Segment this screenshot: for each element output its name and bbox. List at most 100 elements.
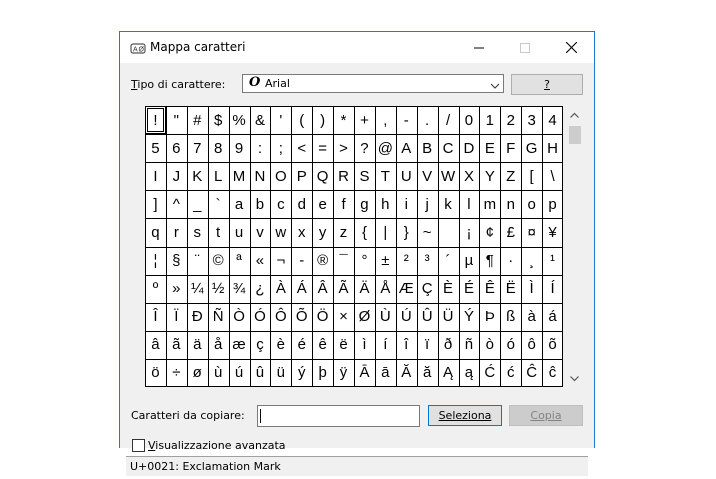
char-cell[interactable]: ° <box>354 247 375 275</box>
char-cell[interactable]: Ð <box>187 303 208 331</box>
char-cell[interactable]: ' <box>270 106 291 134</box>
char-cell[interactable]: O <box>270 162 291 190</box>
char-cell[interactable]: Æ <box>396 275 417 303</box>
char-cell[interactable]: Á <box>291 275 312 303</box>
char-cell[interactable]: » <box>166 275 187 303</box>
char-cell[interactable]: ð <box>438 331 459 359</box>
char-cell[interactable]: ² <box>396 247 417 275</box>
char-cell[interactable]: ö <box>145 359 166 387</box>
char-cell[interactable]: é <box>291 331 312 359</box>
char-cell[interactable]: Í <box>542 275 563 303</box>
char-cell[interactable]: ½ <box>208 275 229 303</box>
char-cell[interactable]: R <box>333 162 354 190</box>
char-cell[interactable]: ¡ <box>459 218 480 246</box>
char-cell[interactable]: ù <box>208 359 229 387</box>
char-cell[interactable]: á <box>542 303 563 331</box>
advanced-view-label[interactable]: Visualizzazione avanzata <box>148 439 286 452</box>
char-cell[interactable]: ñ <box>459 331 480 359</box>
char-cell[interactable]: z <box>333 218 354 246</box>
char-cell[interactable]: 6 <box>166 134 187 162</box>
char-cell[interactable]: è <box>270 331 291 359</box>
char-cell[interactable]: p <box>542 190 563 218</box>
char-cell[interactable]: · <box>500 247 521 275</box>
char-cell[interactable]: ! <box>145 106 166 135</box>
copy-button[interactable]: Copia <box>509 405 583 426</box>
char-cell[interactable]: î <box>396 331 417 359</box>
char-cell[interactable]: c <box>270 190 291 218</box>
char-cell[interactable]: ¢ <box>479 218 500 246</box>
char-cell[interactable]: 4 <box>542 106 563 134</box>
char-cell[interactable]: v <box>250 218 271 246</box>
close-button[interactable] <box>548 32 594 63</box>
char-cell[interactable]: ^ <box>166 190 187 218</box>
char-cell[interactable]: ª <box>229 247 250 275</box>
char-cell[interactable]: ß <box>500 303 521 331</box>
char-cell[interactable]: ³ <box>417 247 438 275</box>
char-cell[interactable]: Ô <box>270 303 291 331</box>
char-cell[interactable]: = <box>312 134 333 162</box>
minimize-button[interactable] <box>456 32 502 63</box>
char-cell[interactable]: m <box>479 190 500 218</box>
char-cell[interactable]: q <box>145 218 166 246</box>
char-cell[interactable]: E <box>479 134 500 162</box>
char-cell[interactable]: þ <box>312 359 333 387</box>
scrollbar-thumb[interactable] <box>569 126 581 144</box>
char-cell[interactable]: ò <box>479 331 500 359</box>
char-cell[interactable]: ê <box>312 331 333 359</box>
char-cell[interactable]: û <box>250 359 271 387</box>
char-cell[interactable]: Û <box>417 303 438 331</box>
char-cell[interactable]: ¸ <box>521 247 542 275</box>
char-cell[interactable]: + <box>354 106 375 134</box>
char-cell[interactable]: Ü <box>438 303 459 331</box>
char-cell[interactable]: ā <box>375 359 396 387</box>
char-cell[interactable]: P <box>291 162 312 190</box>
char-cell[interactable]: ă <box>417 359 438 387</box>
char-cell[interactable]: Ç <box>417 275 438 303</box>
char-cell[interactable]: ¾ <box>229 275 250 303</box>
char-cell[interactable]: H <box>542 134 563 162</box>
char-cell[interactable]: Ć <box>479 359 500 387</box>
char-cell[interactable]: @ <box>375 134 396 162</box>
char-cell[interactable]: d <box>291 190 312 218</box>
char-cell[interactable]: ø <box>187 359 208 387</box>
char-cell[interactable]: Ą <box>438 359 459 387</box>
char-cell[interactable]: Å <box>375 275 396 303</box>
char-cell[interactable]: - <box>396 106 417 134</box>
char-cell[interactable]: o <box>521 190 542 218</box>
char-cell[interactable]: y <box>312 218 333 246</box>
char-cell[interactable]: § <box>166 247 187 275</box>
char-cell[interactable]: ¹ <box>542 247 563 275</box>
char-cell[interactable]: g <box>354 190 375 218</box>
char-cell[interactable]: ¦ <box>145 247 166 275</box>
char-cell[interactable]: Ø <box>354 303 375 331</box>
char-cell[interactable]: K <box>187 162 208 190</box>
char-cell[interactable]: u <box>229 218 250 246</box>
char-cell[interactable]: G <box>521 134 542 162</box>
char-cell[interactable]: > <box>333 134 354 162</box>
char-cell[interactable]: a <box>229 190 250 218</box>
char-cell[interactable]: ë <box>333 331 354 359</box>
char-cell[interactable]: Ú <box>396 303 417 331</box>
char-cell[interactable]: ¨ <box>187 247 208 275</box>
char-cell[interactable]: ä <box>187 331 208 359</box>
char-cell[interactable]: ć <box>500 359 521 387</box>
char-cell[interactable]: 5 <box>145 134 166 162</box>
select-button[interactable]: Seleziona <box>428 405 502 426</box>
char-cell[interactable]: & <box>250 106 271 134</box>
char-cell[interactable]: 1 <box>479 106 500 134</box>
char-cell[interactable]: Ý <box>459 303 480 331</box>
char-cell[interactable]: È <box>438 275 459 303</box>
char-cell[interactable]: ô <box>521 331 542 359</box>
char-cell[interactable]: Ö <box>312 303 333 331</box>
font-dropdown[interactable]: O Arial <box>242 74 504 93</box>
char-cell[interactable]: e <box>312 190 333 218</box>
char-cell[interactable]: Ñ <box>208 303 229 331</box>
char-cell[interactable]: * <box>333 106 354 134</box>
char-cell[interactable]: ì <box>354 331 375 359</box>
char-cell[interactable]: $ <box>208 106 229 134</box>
char-cell[interactable]: É <box>459 275 480 303</box>
char-cell[interactable]: Ă <box>396 359 417 387</box>
char-cell[interactable]: ` <box>208 190 229 218</box>
char-cell[interactable]: j <box>417 190 438 218</box>
char-cell[interactable]: W <box>438 162 459 190</box>
